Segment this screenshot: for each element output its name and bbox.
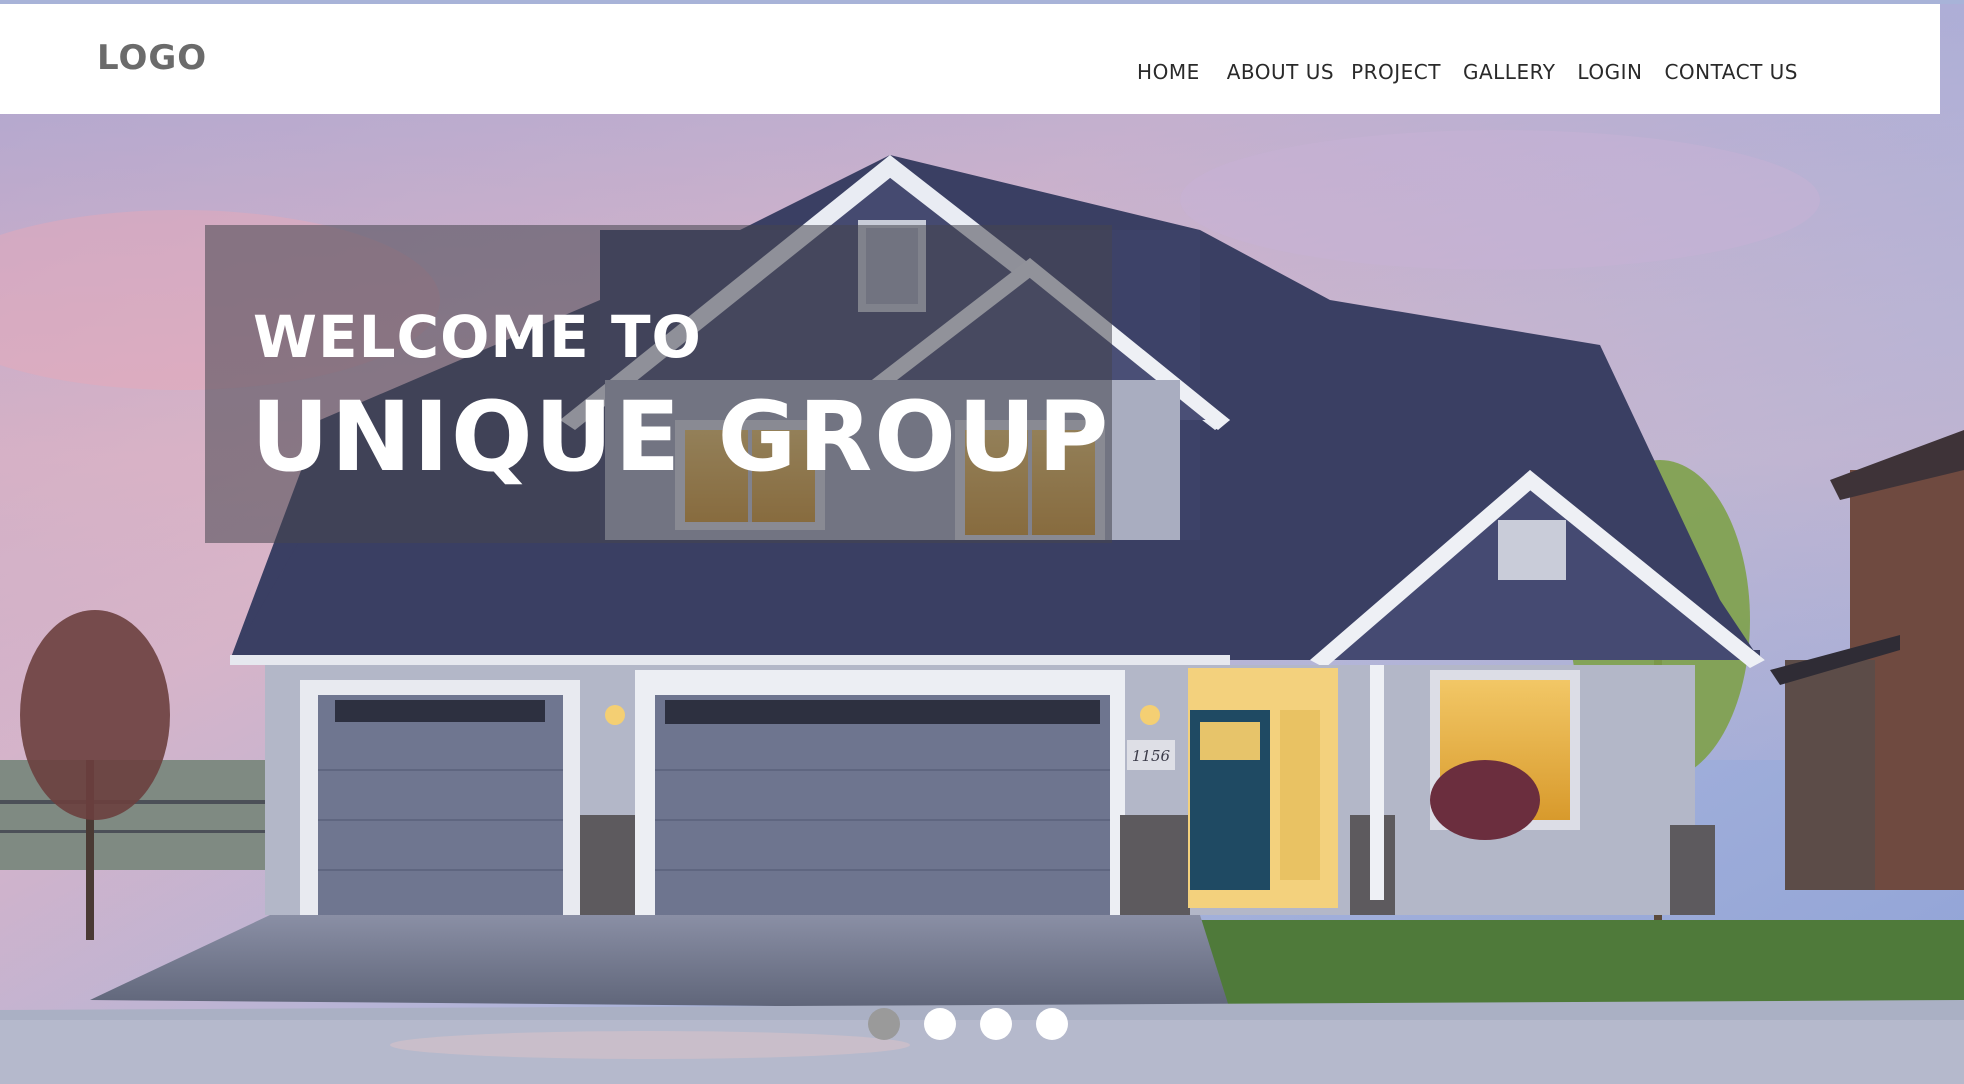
slider-dot-1[interactable] <box>868 1008 900 1040</box>
site-header: LOGO HOME ABOUT US PROJECT GALLERY LOGIN… <box>0 4 1940 114</box>
nav-gallery[interactable]: GALLERY <box>1463 60 1555 84</box>
nav-project[interactable]: PROJECT <box>1351 60 1441 84</box>
page: 1156 LOGO HOME ABOUT US PROJECT GALLERY … <box>0 0 1964 1084</box>
nav-contact-us[interactable]: CONTACT US <box>1664 60 1798 84</box>
nav-home[interactable]: HOME <box>1137 60 1200 84</box>
nav-about-us[interactable]: ABOUT US <box>1227 60 1334 84</box>
address-plate: 1156 <box>1132 747 1171 765</box>
nav-login[interactable]: LOGIN <box>1577 60 1642 84</box>
slider-dot-4[interactable] <box>1036 1008 1068 1040</box>
slider-dots <box>868 1008 1068 1040</box>
main-nav: HOME ABOUT US PROJECT GALLERY LOGIN CONT… <box>1137 60 1798 84</box>
hero-caption-box: WELCOME TO UNIQUE GROUP <box>205 225 1112 543</box>
slider-dot-2[interactable] <box>924 1008 956 1040</box>
hero-title: UNIQUE GROUP <box>251 381 1111 493</box>
site-logo[interactable]: LOGO <box>97 38 207 78</box>
hero-welcome-text: WELCOME TO <box>253 303 702 371</box>
slider-dot-3[interactable] <box>980 1008 1012 1040</box>
